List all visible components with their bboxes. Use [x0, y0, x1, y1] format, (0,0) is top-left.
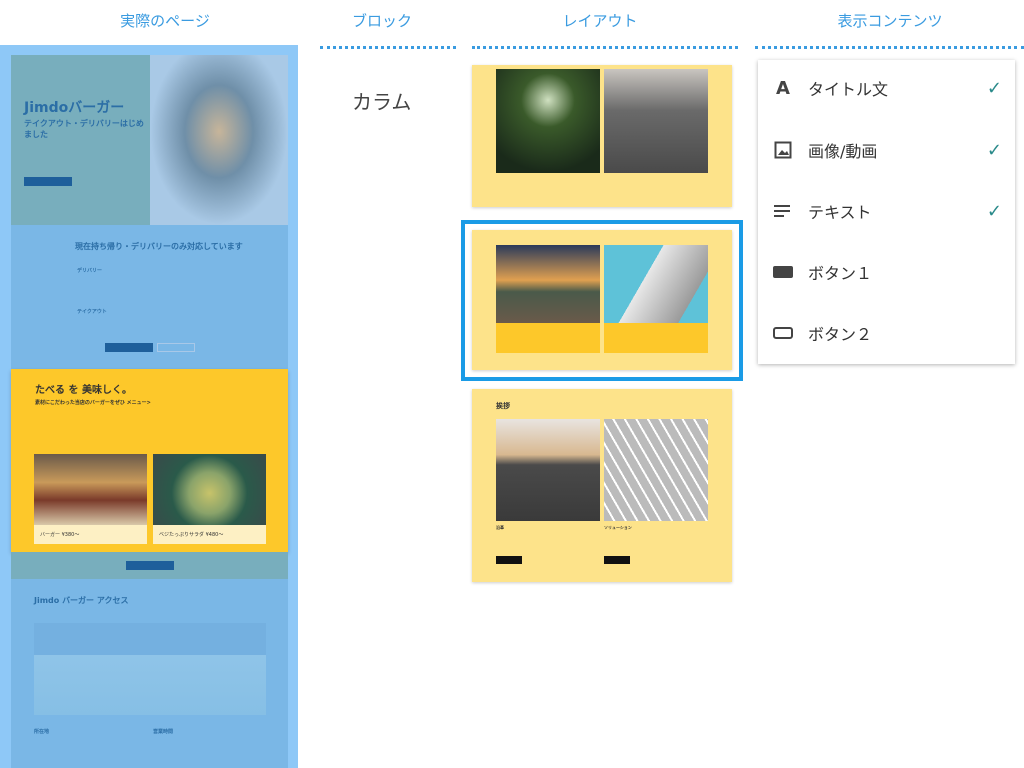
display-contents-panel: A タイトル文 ✓ 画像/動画 ✓ テキスト ✓ ボタン１ ボタン２: [758, 60, 1015, 364]
menu-card: バーガー ¥380〜: [34, 454, 147, 544]
hours-label: 営業時間: [153, 729, 174, 735]
section-title: 現在持ち帰り・デリバリーのみ対応しています: [75, 242, 243, 251]
access-title: Jimdo バーガー アクセス: [34, 596, 129, 605]
title-icon: A: [776, 77, 790, 99]
menu-section: たべる を 美味しく。 素材にこだわった当店のバーガーをぜひ メニュー> バーガ…: [11, 369, 288, 552]
actual-page-preview: Jimdoバーガー テイクアウト・デリバリーはじめました 現在持ち帰り・デリバリ…: [0, 45, 298, 768]
content-item-text: テキスト ✓: [772, 199, 1002, 223]
hero-section: Jimdoバーガー テイクアウト・デリバリーはじめました: [11, 55, 288, 225]
layout-caption: ソリューション: [604, 525, 632, 530]
layout-caption: 沿革: [496, 525, 504, 530]
check-icon: ✓: [986, 77, 1002, 99]
button-filled-icon: [772, 262, 794, 282]
content-item-button2: ボタン２: [772, 321, 1002, 345]
divider: [472, 46, 738, 49]
check-icon: ✓: [986, 139, 1002, 161]
content-item-title: A タイトル文 ✓: [772, 76, 1002, 100]
menu-button-strip: [11, 552, 288, 579]
header-block: ブロック: [351, 12, 412, 30]
card-caption: バーガー ¥380〜: [40, 532, 80, 538]
check-icon: ✓: [986, 200, 1002, 222]
burger-image: [150, 55, 288, 225]
content-item-image: 画像/動画 ✓: [772, 138, 1002, 162]
menu-button: [126, 561, 174, 570]
hero-button: [24, 177, 72, 186]
header-actual-page: 実際のページ: [120, 12, 210, 30]
address-label: 所在地: [34, 729, 50, 735]
header-contents: 表示コンテンツ: [837, 12, 943, 30]
divider: [320, 46, 456, 49]
content-item-button1: ボタン１: [772, 260, 1002, 284]
map: [34, 623, 266, 715]
layout-option-3[interactable]: 挨拶 沿革 ソリューション: [472, 389, 732, 582]
button-outline-icon: [772, 323, 794, 343]
text-icon: [772, 201, 794, 221]
takeout-label: テイクアウト: [77, 309, 107, 315]
menu-sub: 素材にこだわった当店のバーガーをぜひ メニュー>: [35, 400, 151, 406]
menu-heading: たべる を 美味しく。: [35, 385, 132, 396]
delivery-label: デリバリー: [77, 268, 103, 274]
site-title: Jimdoバーガー: [24, 100, 125, 116]
selected-layout-highlight: [461, 220, 743, 381]
section-button-outline: [157, 343, 195, 352]
site-subtitle: テイクアウト・デリバリーはじめました: [24, 119, 144, 139]
menu-card: ベジたっぷりサラダ ¥480〜: [153, 454, 266, 544]
block-name: カラム: [352, 90, 412, 114]
card-caption: ベジたっぷりサラダ ¥480〜: [159, 532, 224, 538]
layout-option-1[interactable]: [472, 65, 732, 207]
divider: [755, 46, 1024, 49]
layout-heading: 挨拶: [496, 402, 510, 410]
image-icon: [772, 140, 794, 160]
header-layout: レイアウト: [562, 12, 638, 30]
section-button: [105, 343, 153, 352]
